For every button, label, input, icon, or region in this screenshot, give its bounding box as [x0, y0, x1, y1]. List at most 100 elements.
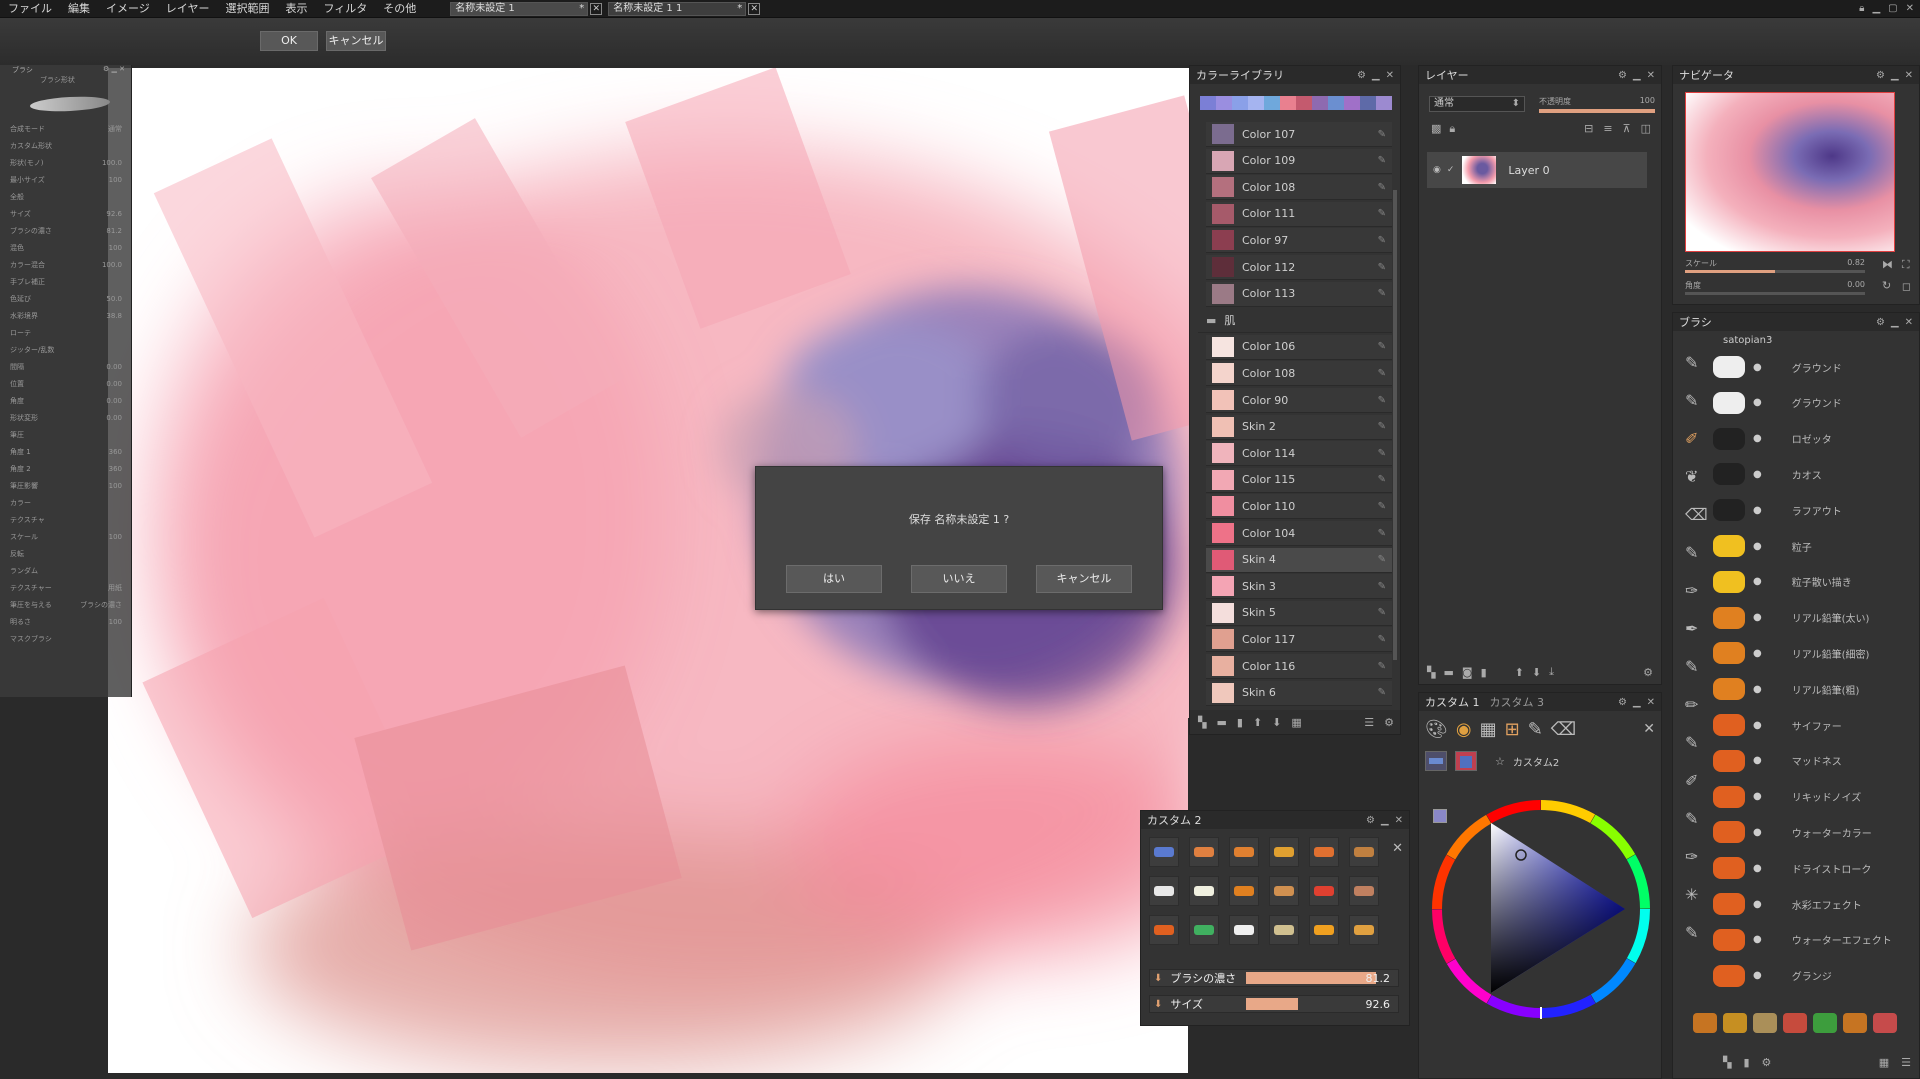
edit-icon[interactable]: ✎: [1378, 235, 1386, 246]
grid-icon[interactable]: ▦: [1879, 1056, 1889, 1069]
panel-controls[interactable]: ⚙ ▁ ✕: [103, 65, 125, 75]
custom-brush-slot[interactable]: [1349, 876, 1379, 906]
brush-item[interactable]: ● 水彩エフェクト: [1713, 886, 1913, 922]
brush-property-row[interactable]: ランダム: [4, 565, 124, 577]
color-item[interactable]: Color 108 ✎: [1206, 175, 1392, 201]
minimize-icon[interactable]: ▁: [1633, 697, 1641, 708]
blend-mode-select[interactable]: 通常 ⬍: [1429, 96, 1525, 112]
size-slider[interactable]: ⬇ サイズ 92.6: [1149, 995, 1399, 1013]
brush-item[interactable]: ● リキッドノイズ: [1713, 779, 1913, 815]
strip-swatch[interactable]: [1360, 96, 1376, 110]
menu-file[interactable]: ファイル: [0, 0, 60, 18]
brush-category-icon[interactable]: ✐: [1685, 429, 1698, 448]
edit-icon[interactable]: ✎: [1378, 395, 1386, 406]
color-item[interactable]: Color 111 ✎: [1206, 201, 1392, 227]
menu-image[interactable]: イメージ: [98, 0, 158, 18]
arrow-down-icon[interactable]: ⬇: [1532, 666, 1541, 679]
brush-property-row[interactable]: 角度 0.00: [4, 395, 124, 407]
edit-icon[interactable]: ✎: [1378, 634, 1386, 645]
gear-icon[interactable]: ⚙: [1366, 815, 1375, 826]
custom-brush-slot[interactable]: [1309, 876, 1339, 906]
color-item[interactable]: Color 108 ✎: [1206, 361, 1392, 387]
edit-icon[interactable]: ✎: [1378, 182, 1386, 193]
brush-property-row[interactable]: 形状変形 0.00: [4, 412, 124, 424]
brush-category-icon[interactable]: ❦: [1685, 467, 1698, 486]
trash-icon[interactable]: ▮: [1481, 666, 1487, 679]
edit-icon[interactable]: ✎: [1378, 421, 1386, 432]
folder-icon[interactable]: ▬: [1216, 716, 1226, 729]
brush-property-row[interactable]: 筆圧を与える ブラシの濃さ: [4, 599, 124, 611]
arrow-down-icon[interactable]: ⬇: [1272, 716, 1281, 729]
brush-category-icon[interactable]: ✎: [1685, 353, 1698, 372]
minimize-icon[interactable]: ▁: [1891, 317, 1899, 328]
color-item[interactable]: Color 104 ✎: [1206, 521, 1392, 546]
close-icon[interactable]: ✕: [1905, 317, 1913, 328]
color-item[interactable]: Skin 6 ✎: [1206, 680, 1392, 706]
brush-property-row[interactable]: 水彩境界 38.8: [4, 310, 124, 322]
color-item[interactable]: Color 97 ✎: [1206, 228, 1392, 254]
brush-category-icon[interactable]: ✐: [1685, 771, 1698, 790]
color-item[interactable]: Color 117 ✎: [1206, 627, 1392, 653]
color-item[interactable]: Skin 3 ✎: [1206, 574, 1392, 600]
gear-icon[interactable]: ⚙: [1618, 70, 1627, 81]
tree-icon[interactable]: ⊞: [1505, 719, 1520, 740]
color-group-header[interactable]: ▬ 肌: [1198, 308, 1392, 334]
color-item[interactable]: Skin 5 ✎: [1206, 600, 1392, 626]
strip-swatch[interactable]: [1248, 96, 1264, 110]
close-icon[interactable]: ✕: [748, 2, 761, 15]
strip-swatch[interactable]: [1296, 96, 1312, 110]
align-icon[interactable]: ≡: [1603, 122, 1612, 135]
brush-property-row[interactable]: 角度 1 360: [4, 446, 124, 458]
quick-brush-icon[interactable]: [1693, 1013, 1717, 1033]
arrow-up-icon[interactable]: ⬆: [1515, 666, 1524, 679]
edit-icon[interactable]: ✎: [1378, 554, 1386, 565]
edit-icon[interactable]: ✎: [1378, 448, 1386, 459]
brush-item[interactable]: ● 粒子散い描き: [1713, 564, 1913, 600]
brush-property-row[interactable]: ローテ: [4, 327, 124, 339]
grid-icon[interactable]: ▦: [1291, 716, 1301, 729]
close-icon[interactable]: ✕: [1905, 70, 1913, 81]
doc-tab-1[interactable]: 名称未設定 1 *: [450, 1, 589, 16]
color-item[interactable]: Color 114 ✎: [1206, 441, 1392, 467]
foreground-color-button[interactable]: [1425, 751, 1447, 771]
menu-view[interactable]: 表示: [277, 0, 315, 18]
strip-swatch[interactable]: [1216, 96, 1232, 110]
color-item[interactable]: Color 113 ✎: [1206, 281, 1392, 307]
brush-property-row[interactable]: ブラシの濃さ 81.2: [4, 225, 124, 237]
custom-brush-slot[interactable]: [1189, 876, 1219, 906]
brush-property-row[interactable]: 合成モード 通常: [4, 123, 124, 135]
brush-item[interactable]: ● グランジ: [1713, 958, 1913, 994]
color-item[interactable]: Color 116 ✎: [1206, 654, 1392, 679]
brush-property-row[interactable]: 色延び 50.0: [4, 293, 124, 305]
brush-item[interactable]: ● ウォーターエフェクト: [1713, 922, 1913, 958]
close-icon[interactable]: ✕: [1647, 697, 1655, 708]
new-color-icon[interactable]: ▚: [1198, 716, 1206, 729]
scrollbar[interactable]: [1393, 190, 1397, 660]
color-item[interactable]: Color 112 ✎: [1206, 255, 1392, 280]
close-icon[interactable]: ✕: [1395, 815, 1403, 826]
lock-icon[interactable]: 🔒︎: [1449, 122, 1455, 136]
yes-button[interactable]: はい: [786, 565, 882, 593]
quick-brush-icon[interactable]: [1753, 1013, 1777, 1033]
swatch-strip[interactable]: [1200, 96, 1392, 110]
brush-item[interactable]: ● ウォーターカラー: [1713, 814, 1913, 850]
color-item[interactable]: Color 90 ✎: [1206, 388, 1392, 413]
brush-property-row[interactable]: 位置 0.00: [4, 378, 124, 390]
star-icon[interactable]: ☆: [1495, 755, 1505, 768]
new-brush-icon[interactable]: ▚: [1723, 1056, 1731, 1069]
brush-item[interactable]: ● ドライストローク: [1713, 850, 1913, 886]
check-icon[interactable]: ✓: [1447, 165, 1455, 175]
brush-icon[interactable]: ✎: [1528, 719, 1543, 740]
quick-brush-icon[interactable]: [1843, 1013, 1867, 1033]
brush-property-row[interactable]: 混色 100: [4, 242, 124, 254]
close-icon[interactable]: ✕: [590, 2, 603, 15]
rotate-icon[interactable]: ↻: [1882, 279, 1893, 292]
gear-icon[interactable]: ⚙: [1876, 70, 1885, 81]
brush-property-row[interactable]: テクスチャー 用紙: [4, 582, 124, 594]
brush-item[interactable]: ● ラフアウト: [1713, 492, 1913, 528]
brush-property-row[interactable]: テクスチャ: [4, 514, 124, 526]
brush-property-row[interactable]: マスクブラシ: [4, 633, 124, 645]
edit-icon[interactable]: ✎: [1378, 607, 1386, 618]
strip-swatch[interactable]: [1280, 96, 1296, 110]
strip-swatch[interactable]: [1232, 96, 1248, 110]
